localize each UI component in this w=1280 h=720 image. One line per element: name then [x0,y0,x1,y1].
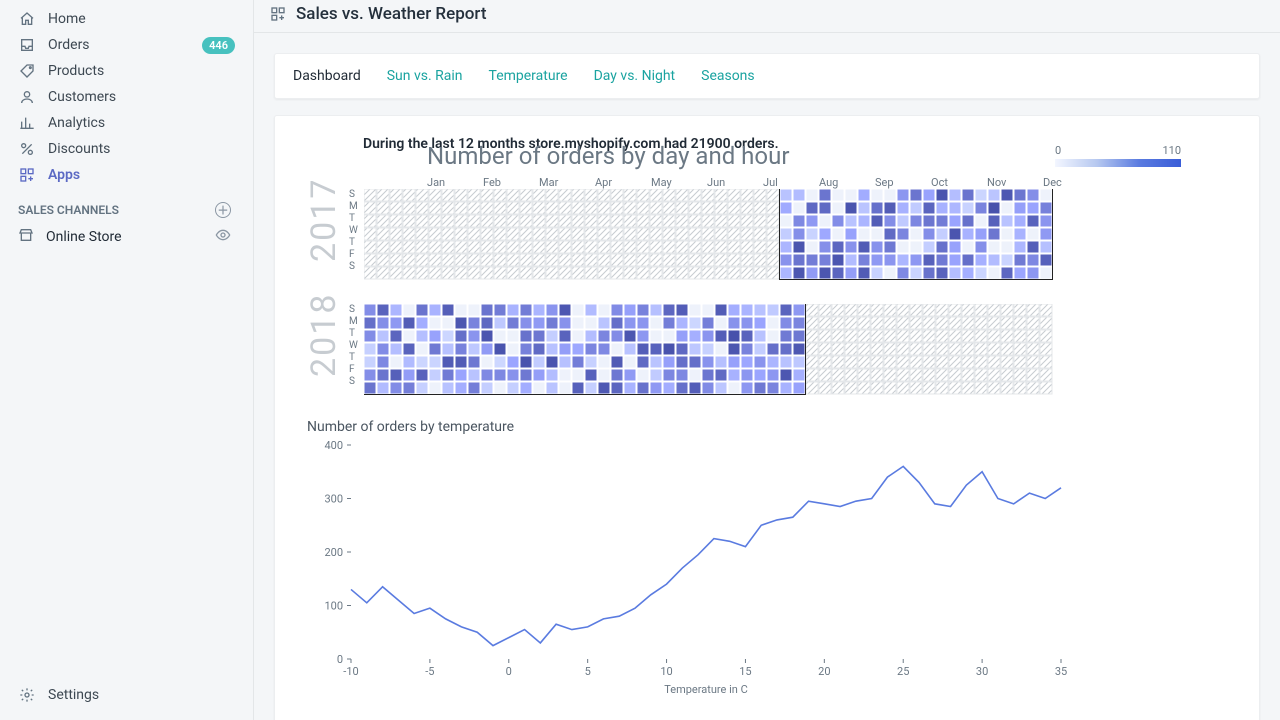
page-header: Sales vs. Weather Report [254,0,1280,33]
sidebar-item-label: Settings [48,687,99,703]
sidebar-item-home[interactable]: Home [0,6,253,32]
main: Sales vs. Weather Report Dashboard Sun v… [254,0,1280,720]
month-label: Feb [483,176,539,189]
svg-text:20: 20 [818,665,830,678]
month-label: Nov [987,176,1043,189]
month-label: Jun [707,176,763,189]
tab-seasons[interactable]: Seasons [701,68,755,84]
sidebar-item-apps[interactable]: Apps [0,162,253,188]
orders-badge: 446 [202,37,235,54]
month-label: May [651,176,707,189]
home-icon [18,10,36,28]
apps-icon [18,166,36,184]
svg-text:30: 30 [976,665,988,678]
bars-icon [18,114,36,132]
legend-min: 0 [1055,144,1061,157]
channel-label: Online Store [46,229,122,245]
svg-text:0: 0 [506,665,512,678]
month-label: Oct [931,176,987,189]
svg-text:25: 25 [897,665,909,678]
svg-text:400: 400 [324,439,343,452]
tag-icon [18,62,36,80]
percent-icon [18,140,36,158]
month-label: Jan [427,176,483,189]
channels-heading-label: SALES CHANNELS [18,203,119,217]
sidebar-item-label: Apps [48,167,80,183]
svg-text:-10: -10 [343,665,358,678]
sidebar-item-products[interactable]: Products [0,58,253,84]
tab-dashboard[interactable]: Dashboard [293,68,361,84]
svg-text:-5: -5 [425,665,434,678]
heatmap: Number of orders by day and hour 0 110 J… [307,142,1227,395]
sidebar-item-label: Products [48,63,104,79]
year-label: 2018 [304,343,344,377]
svg-text:5: 5 [585,665,591,678]
sidebar-item-label: Orders [48,37,90,53]
sidebar: Home Orders 446 Products Customers Analy… [0,0,254,720]
store-icon [18,227,34,247]
line-chart-title: Number of orders by temperature [307,419,1227,435]
month-label: Jul [763,176,819,189]
year-block-2018: 2018SMTWTFS [307,304,1227,395]
svg-text:10: 10 [660,665,672,678]
tab-day-vs-night[interactable]: Day vs. Night [594,68,676,84]
line-chart: 0 100 200 300 400 -10 -5 0 5 10 15 20 25 30 35 Temperat… [301,435,1071,695]
svg-text:35: 35 [1055,665,1067,678]
sidebar-item-label: Discounts [48,141,110,157]
channel-online-store[interactable]: Online Store [0,224,253,250]
tab-sun-vs-rain[interactable]: Sun vs. Rain [387,68,463,84]
month-label: Dec [1043,176,1099,189]
sidebar-item-label: Customers [48,89,116,105]
months-row: JanFebMarAprMayJunJulAugSepOctNovDec [427,176,1227,189]
sidebar-item-analytics[interactable]: Analytics [0,110,253,136]
month-label: Mar [539,176,595,189]
svg-text:100: 100 [324,600,343,613]
heatmap-legend: 0 110 [1055,144,1181,167]
tabs-card: Dashboard Sun vs. Rain Temperature Day v… [274,53,1260,99]
sidebar-item-settings[interactable]: Settings [0,682,253,708]
legend-max: 110 [1162,144,1181,157]
sidebar-item-label: Analytics [48,115,105,131]
year-label: 2017 [304,228,344,262]
sidebar-item-customers[interactable]: Customers [0,84,253,110]
month-label: Aug [819,176,875,189]
dashboard-card: During the last 12 months store.myshopif… [274,115,1260,720]
year-block-2017: 2017SMTWTFS [307,189,1227,280]
apps-icon [270,6,286,22]
sidebar-item-orders[interactable]: Orders 446 [0,32,253,58]
svg-text:200: 200 [324,546,343,559]
month-label: Apr [595,176,651,189]
inbox-icon [18,36,36,54]
legend-gradient [1055,159,1181,167]
tabs: Dashboard Sun vs. Rain Temperature Day v… [275,54,1259,98]
view-store-icon[interactable] [215,227,231,247]
month-label: Sep [875,176,931,189]
add-channel-icon[interactable]: ＋ [215,202,231,218]
svg-text:Temperature in C: Temperature in C [664,683,748,695]
sidebar-item-label: Home [48,11,86,27]
svg-text:0: 0 [337,653,343,666]
sales-channels-heading: SALES CHANNELS ＋ [0,188,253,224]
tab-temperature[interactable]: Temperature [489,68,568,84]
sidebar-item-discounts[interactable]: Discounts [0,136,253,162]
svg-text:15: 15 [739,665,751,678]
gear-icon [18,686,36,704]
person-icon [18,88,36,106]
page-title: Sales vs. Weather Report [296,4,487,24]
svg-text:300: 300 [324,493,343,506]
